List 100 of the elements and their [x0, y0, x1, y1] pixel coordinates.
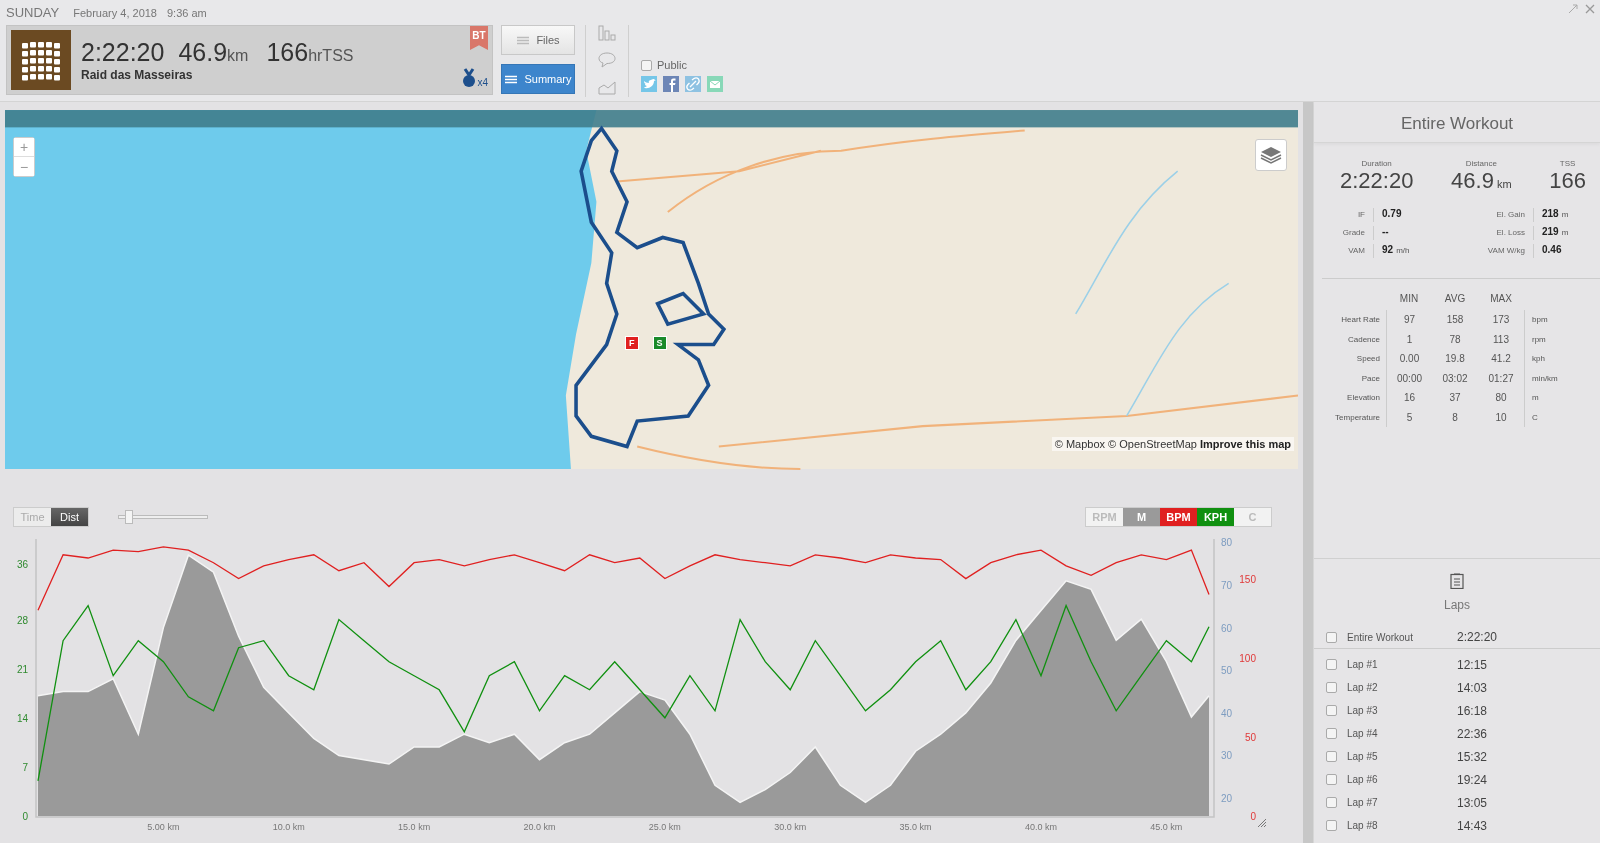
- table-cell-text: 10: [1494, 410, 1508, 425]
- stat-value: 46.9: [1451, 168, 1494, 194]
- distance-axis-label: 40.0 km: [1025, 822, 1057, 832]
- checkbox[interactable]: [1326, 682, 1337, 693]
- clipboard-icon: [1450, 573, 1464, 589]
- metric-label: El. Loss: [1454, 226, 1534, 240]
- summary-button[interactable]: Summary: [501, 64, 575, 94]
- stat-label: Duration: [1361, 159, 1392, 168]
- tss-unit: hrTSS: [308, 47, 354, 65]
- unit-label: m: [1524, 388, 1600, 408]
- lap-row[interactable]: Lap #8 14:43: [1314, 814, 1600, 837]
- lap-row[interactable]: Lap #2 14:03: [1314, 676, 1600, 699]
- resize-grip-icon[interactable]: [1258, 819, 1266, 827]
- metric-unit: m/h: [1396, 246, 1410, 255]
- public-checkbox[interactable]: [641, 59, 652, 71]
- metric-value: 0.79: [1382, 208, 1402, 219]
- distance-axis-label: 30.0 km: [774, 822, 807, 832]
- metric-value: 219: [1542, 226, 1559, 237]
- metric-label: IF: [1314, 208, 1374, 222]
- checkbox[interactable]: [1326, 631, 1337, 643]
- checkbox[interactable]: [1326, 774, 1337, 785]
- metric-label: VAM: [1314, 244, 1374, 258]
- table-cell: 1: [1386, 329, 1432, 349]
- lap-row[interactable]: Lap #6 19:24: [1314, 768, 1600, 791]
- checkbox[interactable]: [1326, 820, 1337, 831]
- series-toggle[interactable]: BPM: [1160, 508, 1197, 526]
- workout-title: Raid das Masseiras: [81, 68, 194, 82]
- link-icon[interactable]: [685, 76, 701, 92]
- stat-unit: km: [1496, 178, 1512, 190]
- checkbox[interactable]: [1326, 728, 1337, 739]
- speed-axis-label: 21: [16, 663, 28, 675]
- files-button[interactable]: Files: [501, 25, 575, 55]
- unit-label: bpm: [1524, 310, 1600, 330]
- table-cell-text: 03:02: [1441, 371, 1469, 386]
- medal-icon: [462, 68, 477, 88]
- elevation-axis-label: 80: [1221, 537, 1233, 549]
- twitter-icon[interactable]: [641, 76, 657, 92]
- checkbox[interactable]: [1326, 659, 1337, 670]
- table-cell-text: 19.8: [1444, 352, 1466, 366]
- day-label: SUNDAY: [6, 5, 60, 20]
- column-header: AVG: [1443, 293, 1467, 306]
- ribbon-badge: BT: [470, 26, 488, 50]
- row-label: Cadence: [1346, 333, 1381, 346]
- elevation-axis-label: 30: [1221, 750, 1233, 762]
- public-label: Public: [657, 59, 687, 71]
- map-attribution: © Mapbox © OpenStreetMap: [1054, 438, 1197, 450]
- comment-icon[interactable]: [598, 52, 616, 68]
- distance-axis-label: 35.0 km: [899, 822, 932, 832]
- distance-value: 46.9: [178, 38, 228, 67]
- checkbox[interactable]: [1326, 751, 1337, 762]
- unit-label: rpm: [1524, 329, 1600, 349]
- table-cell-text: 173: [1491, 313, 1511, 327]
- stat-label: TSS: [1559, 159, 1576, 168]
- layers-icon: [1260, 145, 1282, 165]
- metric-label: El. Gain: [1454, 208, 1534, 222]
- stat-value: 2:22:20: [1340, 168, 1414, 194]
- checkbox[interactable]: [1326, 705, 1337, 716]
- close-icon[interactable]: [1585, 4, 1595, 14]
- speed-axis-label: 0: [22, 811, 28, 822]
- distance-axis-label: 20.0 km: [523, 822, 556, 832]
- distance-toggle[interactable]: Dist: [51, 508, 88, 526]
- series-toggle[interactable]: KPH: [1197, 508, 1234, 526]
- unit-label: min/km: [1524, 368, 1600, 388]
- bar-chart-icon[interactable]: [598, 25, 616, 41]
- heart-rate-axis-label: 100: [1239, 652, 1256, 664]
- table-cell-text: 41.2: [1490, 352, 1512, 366]
- improve-map-link[interactable]: Improve this map: [1199, 438, 1291, 450]
- email-icon[interactable]: [707, 76, 723, 92]
- row-label: Elevation: [1346, 392, 1381, 404]
- speed-axis-label: 7: [22, 761, 28, 773]
- route-marker: F: [625, 336, 639, 350]
- lap-row[interactable]: Lap #5 15:32: [1314, 745, 1600, 768]
- scrollbar[interactable]: [1303, 102, 1313, 843]
- panel-title: Entire Workout: [1314, 102, 1600, 143]
- checkbox[interactable]: [1326, 797, 1337, 808]
- table-cell-text: 158: [1445, 313, 1465, 327]
- elevation-axis-label: 20: [1221, 793, 1233, 805]
- facebook-icon[interactable]: [663, 76, 679, 92]
- table-cell-text: 37: [1448, 391, 1462, 405]
- table-cell-text: 80: [1494, 391, 1508, 405]
- medal-count: x4: [477, 77, 488, 88]
- metric-unit: m: [1561, 228, 1569, 237]
- line-chart-icon[interactable]: [598, 79, 616, 95]
- metric-value: --: [1382, 226, 1389, 237]
- expand-icon[interactable]: [1568, 4, 1578, 14]
- table-cell-text: 8: [1451, 410, 1459, 425]
- elevation-axis-label: 60: [1221, 622, 1233, 634]
- lap-row[interactable]: Lap #1 12:15: [1314, 653, 1600, 676]
- lap-row[interactable]: Lap #4 22:36: [1314, 722, 1600, 745]
- table-cell: 00:00: [1386, 368, 1432, 388]
- speed-axis-label: 28: [16, 614, 28, 626]
- table-cell-text: 113: [1492, 332, 1510, 347]
- layers-button[interactable]: [1255, 139, 1287, 171]
- lap-row[interactable]: Lap #3 16:18: [1314, 699, 1600, 722]
- column-header: MIN: [1398, 293, 1420, 306]
- table-cell: 0.00: [1386, 349, 1432, 369]
- laps-title: Laps: [1444, 598, 1470, 612]
- heart-rate-axis-label: 50: [1244, 731, 1256, 743]
- column-header: MAX: [1489, 293, 1513, 306]
- lap-row[interactable]: Lap #7 13:05: [1314, 791, 1600, 814]
